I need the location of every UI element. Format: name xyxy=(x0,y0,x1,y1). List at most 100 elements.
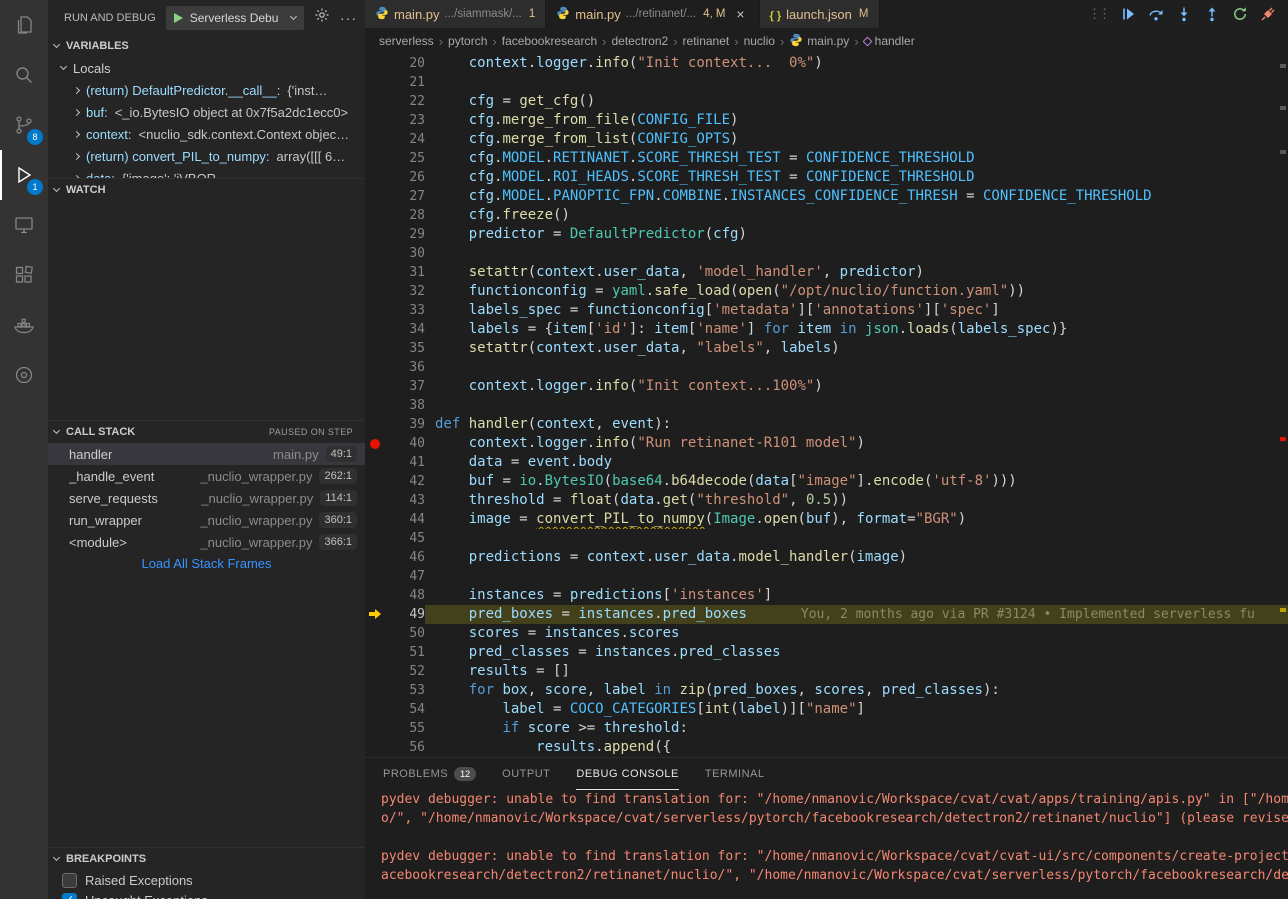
gutter-glyph-margin[interactable] xyxy=(365,434,387,453)
line-number[interactable]: 27 xyxy=(387,187,425,206)
breadcrumb-item-detectron2[interactable]: detectron2 xyxy=(611,34,668,48)
gutter-glyph-margin[interactable] xyxy=(365,491,387,510)
gear-icon[interactable] xyxy=(314,7,330,28)
code-line[interactable]: 26 cfg.MODEL.ROI_HEADS.SCORE_THRESH_TEST… xyxy=(365,168,1288,187)
line-number[interactable]: 50 xyxy=(387,624,425,643)
code-line[interactable]: 35 setattr(context.user_data, "labels", … xyxy=(365,339,1288,358)
stack-frame-row[interactable]: <module>_nuclio_wrapper.py366:1 xyxy=(48,531,365,553)
line-number[interactable]: 45 xyxy=(387,529,425,548)
line-number[interactable]: 48 xyxy=(387,586,425,605)
gutter-glyph-margin[interactable] xyxy=(365,206,387,225)
gutter-glyph-margin[interactable] xyxy=(365,263,387,282)
code-line[interactable]: 25 cfg.MODEL.RETINANET.SCORE_THRESH_TEST… xyxy=(365,149,1288,168)
code-line[interactable]: 29 predictor = DefaultPredictor(cfg) xyxy=(365,225,1288,244)
gutter-glyph-margin[interactable] xyxy=(365,548,387,567)
gutter-glyph-margin[interactable] xyxy=(365,510,387,529)
gutter-glyph-margin[interactable] xyxy=(365,111,387,130)
code-line[interactable]: 21 xyxy=(365,73,1288,92)
panel-tab-terminal[interactable]: TERMINAL xyxy=(705,758,765,790)
stack-frame-row[interactable]: handlermain.py49:1 xyxy=(48,443,365,465)
line-number[interactable]: 39 xyxy=(387,415,425,434)
line-number[interactable]: 41 xyxy=(387,453,425,472)
variables-section-header[interactable]: VARIABLES xyxy=(48,35,365,57)
code-line[interactable]: 48 instances = predictions['instances'] xyxy=(365,586,1288,605)
gutter-glyph-margin[interactable] xyxy=(365,605,387,624)
gutter-glyph-margin[interactable] xyxy=(365,301,387,320)
breadcrumb-item-main.py[interactable]: main.py xyxy=(789,33,849,50)
gutter-glyph-margin[interactable] xyxy=(365,149,387,168)
code-line[interactable]: 22 cfg = get_cfg() xyxy=(365,92,1288,111)
checkbox[interactable] xyxy=(62,873,77,888)
code-line[interactable]: 30 xyxy=(365,244,1288,263)
code-line[interactable]: 45 xyxy=(365,529,1288,548)
panel-tab-problems[interactable]: PROBLEMS12 xyxy=(383,758,476,790)
gutter-glyph-margin[interactable] xyxy=(365,187,387,206)
line-number[interactable]: 35 xyxy=(387,339,425,358)
continue-button[interactable] xyxy=(1120,6,1136,22)
gutter-glyph-margin[interactable] xyxy=(365,415,387,434)
code-line[interactable]: 38 xyxy=(365,396,1288,415)
extensions-icon[interactable] xyxy=(0,250,48,300)
gutter-glyph-margin[interactable] xyxy=(365,282,387,301)
line-number[interactable]: 26 xyxy=(387,168,425,187)
line-number[interactable]: 21 xyxy=(387,73,425,92)
line-number[interactable]: 56 xyxy=(387,738,425,757)
line-number[interactable]: 44 xyxy=(387,510,425,529)
breadcrumb-item-pytorch[interactable]: pytorch xyxy=(448,34,487,48)
code-line[interactable]: 36 xyxy=(365,358,1288,377)
gutter-glyph-margin[interactable] xyxy=(365,358,387,377)
gutter-glyph-margin[interactable] xyxy=(365,624,387,643)
tab-main.py[interactable]: main.py.../retinanet/...4, M× xyxy=(546,0,759,28)
variable-row[interactable]: (return) DefaultPredictor.__call__:{'ins… xyxy=(48,79,365,101)
line-number[interactable]: 22 xyxy=(387,92,425,111)
breakpoint-icon[interactable] xyxy=(370,439,380,449)
code-line[interactable]: 41 data = event.body xyxy=(365,453,1288,472)
step-into-button[interactable] xyxy=(1176,6,1192,22)
code-line[interactable]: 23 cfg.merge_from_file(CONFIG_FILE) xyxy=(365,111,1288,130)
variable-row[interactable]: buf:<_io.BytesIO object at 0x7f5a2dc1ecc… xyxy=(48,101,365,123)
line-number[interactable]: 49 xyxy=(387,605,425,624)
line-number[interactable]: 23 xyxy=(387,111,425,130)
gutter-glyph-margin[interactable] xyxy=(365,567,387,586)
gutter-glyph-margin[interactable] xyxy=(365,662,387,681)
start-debug-icon[interactable] xyxy=(174,13,183,23)
code-line[interactable]: 46 predictions = context.user_data.model… xyxy=(365,548,1288,567)
variables-scope-locals[interactable]: Locals xyxy=(48,57,365,79)
gutter-glyph-margin[interactable] xyxy=(365,339,387,358)
code-line[interactable]: 34 labels = {item['id']: item['name'] fo… xyxy=(365,320,1288,339)
gutter-glyph-margin[interactable] xyxy=(365,681,387,700)
line-number[interactable]: 38 xyxy=(387,396,425,415)
restart-button[interactable] xyxy=(1232,6,1248,22)
toolbar-grip-icon[interactable]: ⋮⋮ xyxy=(1088,6,1108,22)
gutter-glyph-margin[interactable] xyxy=(365,73,387,92)
line-number[interactable]: 30 xyxy=(387,244,425,263)
breadcrumb-item-retinanet[interactable]: retinanet xyxy=(683,34,730,48)
code-line[interactable]: 33 labels_spec = functionconfig['metadat… xyxy=(365,301,1288,320)
code-line[interactable]: 24 cfg.merge_from_list(CONFIG_OPTS) xyxy=(365,130,1288,149)
gutter-glyph-margin[interactable] xyxy=(365,377,387,396)
code-line[interactable]: 54 label = COCO_CATEGORIES[int(label)]["… xyxy=(365,700,1288,719)
line-number[interactable]: 53 xyxy=(387,681,425,700)
line-number[interactable]: 43 xyxy=(387,491,425,510)
line-number[interactable]: 51 xyxy=(387,643,425,662)
source-control-icon[interactable]: 8 xyxy=(0,100,48,150)
gutter-glyph-margin[interactable] xyxy=(365,719,387,738)
panel-tab-output[interactable]: OUTPUT xyxy=(502,758,550,790)
line-number[interactable]: 55 xyxy=(387,719,425,738)
line-number[interactable]: 52 xyxy=(387,662,425,681)
load-all-stack-frames-link[interactable]: Load All Stack Frames xyxy=(48,553,365,575)
gutter-glyph-margin[interactable] xyxy=(365,54,387,73)
code-line[interactable]: 39def handler(context, event): xyxy=(365,415,1288,434)
checkbox[interactable]: ✓ xyxy=(62,893,77,899)
gutter-glyph-margin[interactable] xyxy=(365,643,387,662)
breakpoint-row[interactable]: ✓Uncaught Exceptions xyxy=(48,890,365,899)
test-explorer-icon[interactable] xyxy=(0,350,48,400)
breakpoint-row[interactable]: Raised Exceptions xyxy=(48,870,365,890)
code-line[interactable]: 49 pred_boxes = instances.pred_boxesYou,… xyxy=(365,605,1288,624)
breakpoints-section-header[interactable]: BREAKPOINTS xyxy=(48,848,365,870)
code-editor[interactable]: 20 context.logger.info("Init context... … xyxy=(365,54,1288,757)
stack-frame-row[interactable]: serve_requests_nuclio_wrapper.py114:1 xyxy=(48,487,365,509)
gutter-glyph-margin[interactable] xyxy=(365,396,387,415)
gutter-glyph-margin[interactable] xyxy=(365,320,387,339)
launch-config-dropdown[interactable]: Serverless Debu xyxy=(166,6,304,30)
